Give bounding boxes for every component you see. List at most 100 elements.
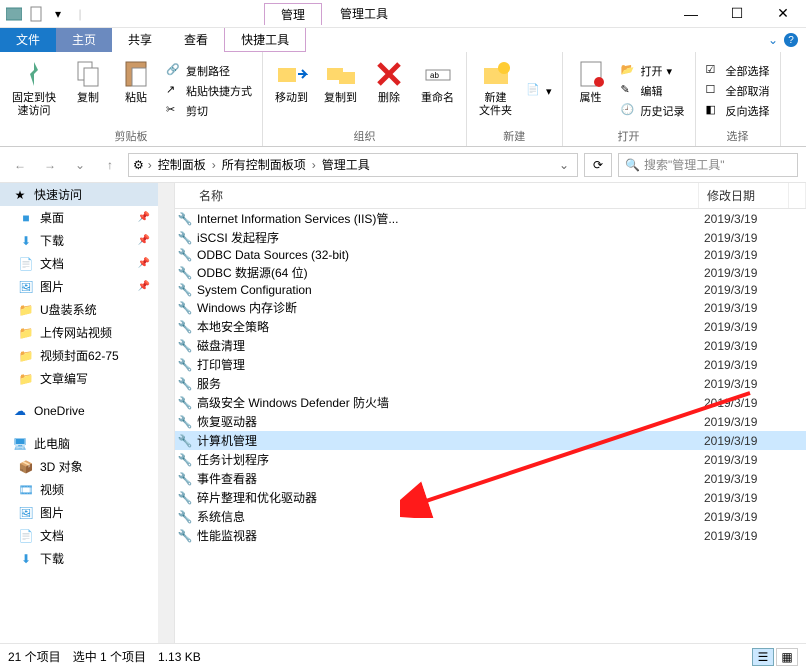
folder-icon: 📁 bbox=[18, 371, 34, 387]
back-button[interactable]: ← bbox=[8, 153, 32, 177]
rename-button[interactable]: ab 重命名 bbox=[415, 56, 460, 126]
select-none-button[interactable]: ☐全部取消 bbox=[702, 82, 774, 100]
file-row[interactable]: 🔧 任务计划程序 2019/3/19 bbox=[175, 450, 806, 469]
column-name[interactable]: 名称 bbox=[175, 183, 699, 208]
sidebar-item-videos[interactable]: 🎞视频 bbox=[0, 478, 158, 501]
file-row[interactable]: 🔧 系统信息 2019/3/19 bbox=[175, 507, 806, 526]
qat-dropdown-icon[interactable]: ▾ bbox=[50, 6, 66, 22]
copy-button[interactable]: 复制 bbox=[66, 56, 110, 126]
edit-button[interactable]: ✎编辑 bbox=[617, 82, 689, 100]
cut-icon: ✂ bbox=[166, 103, 182, 119]
ribbon-collapse-icon[interactable]: ⌄ bbox=[768, 33, 778, 47]
pin-icon: 📌 bbox=[138, 235, 150, 246]
address-field[interactable]: ⚙ › 控制面板 › 所有控制面板项 › 管理工具 ⌄ bbox=[128, 153, 578, 177]
select-all-button[interactable]: ☑全部选择 bbox=[702, 62, 774, 80]
address-dropdown-icon[interactable]: ⌄ bbox=[555, 158, 573, 172]
copy-path-button[interactable]: 🔗复制路径 bbox=[162, 62, 256, 80]
file-date: 2019/3/19 bbox=[704, 434, 792, 448]
sidebar-item-pics2[interactable]: 🖼图片 bbox=[0, 501, 158, 524]
file-row[interactable]: 🔧 事件查看器 2019/3/19 bbox=[175, 469, 806, 488]
file-row[interactable]: 🔧 Windows 内存诊断 2019/3/19 bbox=[175, 298, 806, 317]
svg-text:ab: ab bbox=[430, 71, 439, 80]
file-row[interactable]: 🔧 性能监视器 2019/3/19 bbox=[175, 526, 806, 545]
sidebar-item-usb[interactable]: 📁U盘装系统 bbox=[0, 298, 158, 321]
recent-button[interactable]: ⌄ bbox=[68, 153, 92, 177]
file-name: Internet Information Services (IIS)管... bbox=[195, 210, 704, 227]
help-icon[interactable]: ? bbox=[784, 33, 798, 47]
sidebar-item-editing[interactable]: 📁文章编写 bbox=[0, 367, 158, 390]
videos-icon: 🎞 bbox=[18, 482, 34, 498]
paste-button[interactable]: 粘贴 bbox=[114, 56, 158, 126]
sidebar-quick-access[interactable]: ★快速访问 bbox=[0, 183, 158, 206]
file-row[interactable]: 🔧 ODBC 数据源(64 位) 2019/3/19 bbox=[175, 263, 806, 282]
new-folder-button[interactable]: 新建 文件夹 bbox=[473, 56, 518, 126]
column-date[interactable]: 修改日期 bbox=[699, 183, 789, 208]
nav-sidebar: ★快速访问 ■桌面📌 ⬇下载📌 📄文档📌 🖼图片📌 📁U盘装系统 📁上传网站视频… bbox=[0, 183, 175, 643]
sidebar-item-docs2[interactable]: 📄文档 bbox=[0, 524, 158, 547]
folder-icon: 📁 bbox=[18, 325, 34, 341]
forward-button[interactable]: → bbox=[38, 153, 62, 177]
sidebar-item-documents[interactable]: 📄文档📌 bbox=[0, 252, 158, 275]
file-row[interactable]: 🔧 本地安全策略 2019/3/19 bbox=[175, 317, 806, 336]
file-row[interactable]: 🔧 打印管理 2019/3/19 bbox=[175, 355, 806, 374]
refresh-button[interactable]: ⟳ bbox=[584, 153, 612, 177]
file-name: 碎片整理和优化驱动器 bbox=[195, 489, 704, 506]
shortcut-file-icon: 🔧 bbox=[175, 231, 195, 245]
breadcrumb-seg-1[interactable]: 控制面板 bbox=[156, 156, 208, 173]
sidebar-item-3d[interactable]: 📦3D 对象 bbox=[0, 455, 158, 478]
contextual-tab-header: 管理 bbox=[264, 3, 322, 25]
file-row[interactable]: 🔧 恢复驱动器 2019/3/19 bbox=[175, 412, 806, 431]
file-row[interactable]: 🔧 高级安全 Windows Defender 防火墙 2019/3/19 bbox=[175, 393, 806, 412]
chevron-icon[interactable]: › bbox=[210, 158, 218, 172]
minimize-button[interactable]: — bbox=[668, 0, 714, 28]
tab-file[interactable]: 文件 bbox=[0, 28, 56, 52]
breadcrumb-seg-2[interactable]: 所有控制面板项 bbox=[220, 156, 308, 173]
tab-home[interactable]: 主页 bbox=[56, 28, 112, 52]
pin-quick-access-button[interactable]: 固定到快 速访问 bbox=[6, 56, 62, 126]
sidebar-item-cover[interactable]: 📁视频封面62-75 bbox=[0, 344, 158, 367]
close-button[interactable]: ✕ bbox=[760, 0, 806, 28]
file-row[interactable]: 🔧 碎片整理和优化驱动器 2019/3/19 bbox=[175, 488, 806, 507]
status-size: 1.13 KB bbox=[158, 650, 201, 664]
move-to-button[interactable]: 移动到 bbox=[269, 56, 314, 126]
downloads-icon: ⬇ bbox=[18, 233, 34, 249]
delete-button[interactable]: 删除 bbox=[367, 56, 411, 126]
invert-selection-button[interactable]: ◧反向选择 bbox=[702, 102, 774, 120]
maximize-button[interactable]: ☐ bbox=[714, 0, 760, 28]
tab-shortcut-tools[interactable]: 快捷工具 bbox=[224, 28, 306, 52]
file-name: iSCSI 发起程序 bbox=[195, 229, 704, 246]
chevron-icon[interactable]: › bbox=[146, 158, 154, 172]
open-button[interactable]: 📂打开▾ bbox=[617, 62, 689, 80]
search-input[interactable]: 🔍 搜索"管理工具" bbox=[618, 153, 798, 177]
chevron-icon[interactable]: › bbox=[310, 158, 318, 172]
paste-shortcut-button[interactable]: ↗粘贴快捷方式 bbox=[162, 82, 256, 100]
sidebar-item-dl2[interactable]: ⬇下载 bbox=[0, 547, 158, 570]
file-row[interactable]: 🔧 Internet Information Services (IIS)管..… bbox=[175, 209, 806, 228]
sidebar-item-downloads[interactable]: ⬇下载📌 bbox=[0, 229, 158, 252]
up-button[interactable]: ↑ bbox=[98, 153, 122, 177]
file-row[interactable]: 🔧 iSCSI 发起程序 2019/3/19 bbox=[175, 228, 806, 247]
qat-doc-icon[interactable] bbox=[28, 6, 44, 22]
tab-view[interactable]: 查看 bbox=[168, 28, 224, 52]
file-row[interactable]: 🔧 ODBC Data Sources (32-bit) 2019/3/19 bbox=[175, 247, 806, 263]
new-item-icon: 📄 bbox=[526, 83, 542, 99]
sidebar-item-desktop[interactable]: ■桌面📌 bbox=[0, 206, 158, 229]
tab-share[interactable]: 共享 bbox=[112, 28, 168, 52]
sidebar-item-upload[interactable]: 📁上传网站视频 bbox=[0, 321, 158, 344]
properties-button[interactable]: 属性 bbox=[569, 56, 613, 126]
sidebar-onedrive[interactable]: ☁OneDrive bbox=[0, 400, 158, 422]
copy-to-button[interactable]: 复制到 bbox=[318, 56, 363, 126]
location-icon: ⚙ bbox=[133, 158, 144, 172]
file-date: 2019/3/19 bbox=[704, 510, 792, 524]
sidebar-item-pictures[interactable]: 🖼图片📌 bbox=[0, 275, 158, 298]
file-row[interactable]: 🔧 服务 2019/3/19 bbox=[175, 374, 806, 393]
breadcrumb-seg-3[interactable]: 管理工具 bbox=[320, 156, 372, 173]
file-row[interactable]: 🔧 磁盘清理 2019/3/19 bbox=[175, 336, 806, 355]
shortcut-file-icon: 🔧 bbox=[175, 301, 195, 315]
sidebar-this-pc[interactable]: 🖥此电脑 bbox=[0, 432, 158, 455]
history-button[interactable]: 🕘历史记录 bbox=[617, 102, 689, 120]
file-row[interactable]: 🔧 计算机管理 2019/3/19 bbox=[175, 431, 806, 450]
file-row[interactable]: 🔧 System Configuration 2019/3/19 bbox=[175, 282, 806, 298]
cut-button[interactable]: ✂剪切 bbox=[162, 102, 256, 120]
new-item-button[interactable]: 📄▾ bbox=[522, 82, 556, 100]
